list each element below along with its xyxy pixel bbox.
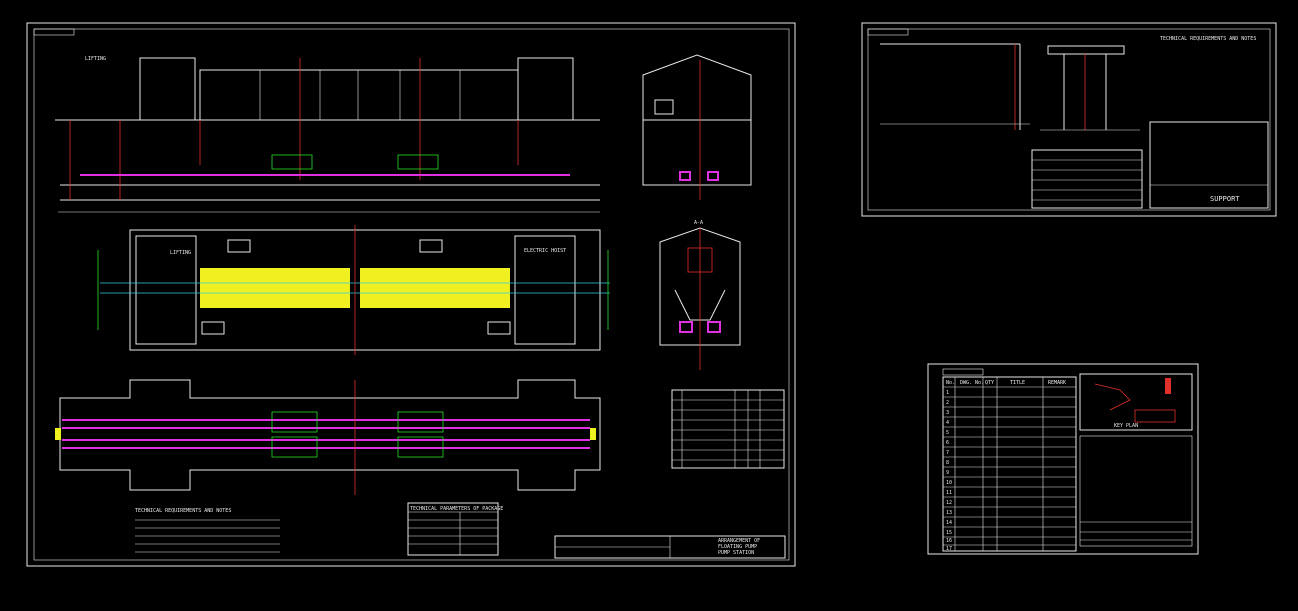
main-title-block: ARRANGEMENT OF FLOATING PUMP PUMP STATIO…: [554, 535, 786, 559]
index-row-number: 6: [946, 440, 949, 446]
index-row-number: 12: [946, 500, 952, 506]
cad-drawing-canvas[interactable]: LIFTING LIFTING ELECTRIC HOIST A-A TECHN…: [0, 0, 1298, 611]
svg-text:QTY: QTY: [985, 380, 994, 386]
index-row-number: 11: [946, 490, 952, 496]
svg-text:PUMP STATION: PUMP STATION: [718, 550, 754, 556]
elevation-view: LIFTING: [55, 56, 600, 213]
pipe-plan-view: [55, 379, 601, 495]
technical-notes-title: TECHNICAL REQUIREMENTS AND NOTES: [135, 508, 231, 514]
svg-text:DWG. No.: DWG. No.: [960, 380, 984, 386]
grating-area-left: [200, 268, 350, 308]
material-table: [671, 389, 785, 469]
section-label-a-a: A-A: [694, 220, 703, 226]
plan-label-lifting: LIFTING: [170, 250, 191, 256]
index-sheet-border: [927, 363, 1199, 555]
index-row-number: 4: [946, 420, 949, 426]
grating-area-right: [360, 268, 510, 308]
support-notes-title: TECHNICAL REQUIREMENTS AND NOTES: [1160, 36, 1256, 42]
elevation-label-lifting: LIFTING: [85, 56, 106, 62]
technical-params-table: TECHNICAL PARAMETERS OF PACKAGE: [407, 502, 503, 556]
support-sheet-border: [861, 22, 1277, 217]
support-title: SUPPORT: [1210, 195, 1240, 203]
plan-view: LIFTING ELECTRIC HOIST: [97, 225, 610, 355]
index-row-number: 8: [946, 460, 949, 466]
section-views: A-A: [642, 54, 752, 370]
drawing-index-table: [942, 376, 1077, 552]
technical-notes: TECHNICAL REQUIREMENTS AND NOTES: [135, 508, 280, 553]
main-drawing-sheet: LIFTING LIFTING ELECTRIC HOIST A-A TECHN…: [26, 22, 796, 567]
key-plan-label: KEY PLAN: [1114, 423, 1138, 429]
index-row-number: 1: [946, 390, 949, 396]
index-row-number: 15: [946, 530, 952, 536]
svg-text:TITLE: TITLE: [1010, 380, 1025, 386]
index-row-number: 3: [946, 410, 949, 416]
technical-params-title: TECHNICAL PARAMETERS OF PACKAGE: [410, 506, 503, 512]
index-row-number: 10: [946, 480, 952, 486]
svg-text:REMARK: REMARK: [1048, 380, 1066, 386]
index-row-number: 16: [946, 538, 952, 544]
index-row-number: 13: [946, 510, 952, 516]
index-row-number: 5: [946, 430, 949, 436]
index-row-number: 7: [946, 450, 949, 456]
support-drawing-sheet: TECHNICAL REQUIREMENTS AND NOTES SUPPORT: [861, 22, 1277, 217]
svg-text:No.: No.: [946, 380, 955, 386]
index-row-number: 9: [946, 470, 949, 476]
index-row-number: 2: [946, 400, 949, 406]
plan-label-hoist: ELECTRIC HOIST: [524, 248, 566, 254]
index-row-number: 14: [946, 520, 952, 526]
index-drawing-sheet: No. DWG. No. QTY TITLE REMARK 1 2 3 4 5 …: [927, 363, 1199, 555]
index-row-number: 17: [946, 546, 952, 552]
